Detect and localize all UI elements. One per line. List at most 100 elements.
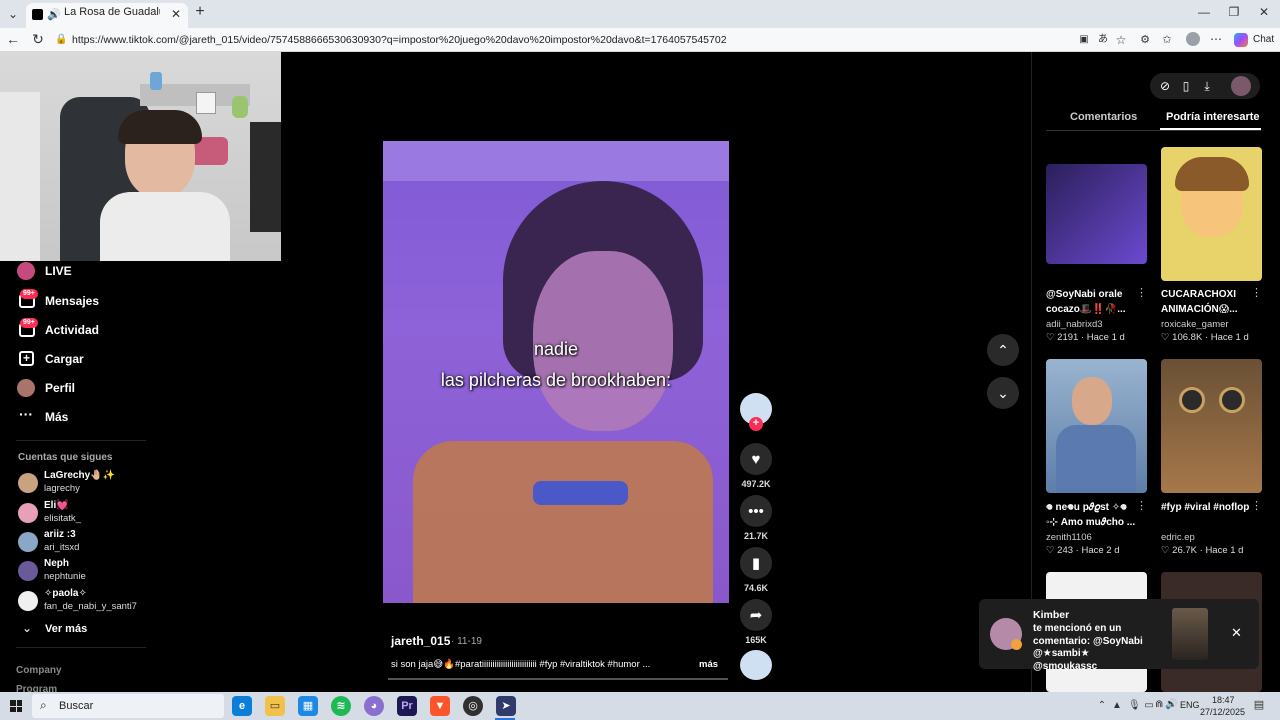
compass-icon[interactable]: ⊘ bbox=[1158, 79, 1172, 93]
favorite-star-icon[interactable]: ☆ bbox=[1114, 33, 1128, 47]
clock-time[interactable]: 18:47 bbox=[1212, 695, 1235, 705]
video-card-title[interactable]: @SoyNabi orale cocazo🎩‼️🥀... bbox=[1046, 287, 1140, 317]
tray-laptop-icon[interactable]: ▭ bbox=[1143, 699, 1155, 713]
sound-disc-icon[interactable] bbox=[740, 650, 772, 680]
video-progress-bar[interactable] bbox=[388, 678, 728, 680]
follow-plus-icon[interactable]: + bbox=[749, 417, 763, 431]
spotify-app-icon[interactable]: ≋ bbox=[331, 696, 351, 716]
taskbar-search-box[interactable]: ⌕ Buscar bbox=[32, 694, 224, 718]
favorites-icon[interactable]: ✩ bbox=[1160, 33, 1174, 47]
copilot-icon[interactable] bbox=[1234, 33, 1248, 47]
tab-list-icon[interactable]: ⌄ bbox=[6, 7, 20, 21]
share-arrow-icon: ➦ bbox=[749, 607, 763, 624]
streamer-hoodie bbox=[100, 192, 230, 261]
comment-button[interactable]: ••• bbox=[740, 495, 772, 527]
premiere-app-icon[interactable]: Pr bbox=[397, 696, 417, 716]
language-indicator[interactable]: ENG bbox=[1180, 700, 1200, 710]
clock-date[interactable]: 27/12/2025 bbox=[1200, 707, 1245, 717]
more-link[interactable]: más bbox=[699, 659, 718, 670]
following-item[interactable]: ariiz :3 ari_itsxd bbox=[16, 529, 166, 555]
video-card-title[interactable]: CUCARACHOXI ANIMACIÓN😱... bbox=[1161, 287, 1255, 317]
card-menu-icon[interactable]: ⋮ bbox=[1251, 499, 1262, 512]
file-explorer-icon[interactable]: ▭ bbox=[265, 696, 285, 716]
see-more-label: Ver más bbox=[45, 623, 88, 635]
video-card-user[interactable]: roxicake_gamer bbox=[1161, 319, 1229, 330]
more-menu-icon[interactable]: ⋯ bbox=[1209, 32, 1223, 46]
program-link[interactable]: Program bbox=[16, 684, 57, 692]
chat-label[interactable]: Chat bbox=[1253, 34, 1274, 45]
url-field[interactable]: https://www.tiktok.com/@jareth_015/video… bbox=[72, 34, 727, 46]
back-icon[interactable]: ← bbox=[5, 32, 21, 46]
audio-playing-icon[interactable]: 🔊 bbox=[47, 8, 61, 21]
profile-avatar-icon[interactable] bbox=[1186, 32, 1200, 46]
translate-icon[interactable]: あ bbox=[1096, 33, 1110, 47]
following-handle: lagrechy bbox=[44, 483, 80, 494]
video-card-thumbnail[interactable] bbox=[1046, 164, 1147, 264]
extensions-icon[interactable]: ⚙ bbox=[1138, 33, 1152, 47]
device-icon[interactable]: ▯ bbox=[1179, 79, 1193, 93]
video-card-user[interactable]: edric.ep bbox=[1161, 532, 1195, 543]
video-card-title[interactable]: #fyp #viral #noflop bbox=[1161, 500, 1255, 515]
network-icon[interactable]: ⋒ bbox=[1155, 699, 1163, 710]
cartoon-hair bbox=[1175, 157, 1249, 191]
company-link[interactable]: Company bbox=[16, 665, 62, 676]
mic-icon[interactable]: 🎙 bbox=[1128, 699, 1141, 713]
tray-chevron-up-icon[interactable]: ⌃ bbox=[1097, 699, 1107, 713]
video-card-thumbnail[interactable] bbox=[1046, 359, 1147, 493]
minimize-icon[interactable]: — bbox=[1194, 5, 1214, 19]
see-more-button[interactable]: ⌄ Ver más bbox=[22, 621, 142, 638]
following-item[interactable]: Neph nephtunie bbox=[16, 558, 166, 584]
following-item[interactable]: LaGrechy🤚🏼✨ lagrechy bbox=[16, 470, 166, 496]
video-card-thumbnail[interactable] bbox=[1161, 147, 1262, 281]
brave-app-icon[interactable]: ▼ bbox=[430, 696, 450, 716]
discord-app-icon[interactable]: ◕ bbox=[364, 696, 384, 716]
card-menu-icon[interactable]: ⋮ bbox=[1136, 286, 1147, 299]
window-close-icon[interactable]: ✕ bbox=[1254, 5, 1274, 19]
person-face bbox=[1072, 377, 1112, 425]
following-handle: nephtunie bbox=[44, 571, 86, 582]
user-avatar[interactable] bbox=[1231, 76, 1251, 96]
video-card-likes-row: ♡ 2191 · Hace 1 d bbox=[1046, 332, 1125, 343]
next-video-button[interactable]: ⌄ bbox=[987, 377, 1019, 409]
obs-app-icon[interactable]: ◎ bbox=[463, 696, 483, 716]
notification-center-icon[interactable]: ▤ bbox=[1252, 698, 1266, 712]
nav-profile-label: Perfil bbox=[45, 381, 76, 395]
site-info-icon[interactable]: 🔒 bbox=[55, 33, 67, 47]
video-player[interactable]: nadie las pilcheras de brookhaben: bbox=[383, 141, 729, 603]
maximize-icon[interactable]: ❐ bbox=[1224, 5, 1244, 19]
save-button[interactable]: ▮ bbox=[740, 547, 772, 579]
video-card-likes: 243 bbox=[1057, 545, 1074, 556]
windows-start-icon[interactable] bbox=[10, 700, 22, 712]
app-available-icon[interactable]: ▣ bbox=[1077, 33, 1091, 47]
video-author[interactable]: jareth_015 bbox=[391, 634, 450, 648]
card-menu-icon[interactable]: ⋮ bbox=[1251, 286, 1262, 299]
card-menu-icon[interactable]: ⋮ bbox=[1136, 499, 1147, 512]
video-phone bbox=[533, 481, 628, 505]
capture-app-icon[interactable]: ➤ bbox=[496, 696, 516, 716]
like-button[interactable]: ♥ bbox=[740, 443, 772, 475]
new-tab-icon[interactable]: + bbox=[193, 4, 207, 20]
notification-close-icon[interactable]: ✕ bbox=[1231, 625, 1242, 641]
following-item[interactable]: Eli💓 elisitatk_ bbox=[16, 500, 166, 526]
search-icon: ⌕ bbox=[40, 698, 47, 712]
tab-comments[interactable]: Comentarios bbox=[1070, 111, 1137, 123]
tab-close-icon[interactable]: ✕ bbox=[170, 7, 182, 21]
following-item[interactable]: ✧paola✧ fan_de_nabi_y_santi7 bbox=[16, 588, 166, 614]
volume-icon[interactable]: 🔊 bbox=[1165, 699, 1177, 710]
video-caption-line1: nadie bbox=[533, 339, 579, 359]
video-card-title[interactable]: 𖦹 ne𖦹u p𝜗𝜚st ✧𖦹 ◦⊹ Amo mu𝜗cho ... bbox=[1046, 500, 1140, 530]
comment-count: 21.7K bbox=[743, 531, 769, 541]
video-card-user[interactable]: adii_nabrixd3 bbox=[1046, 319, 1103, 330]
share-button[interactable]: ➦ bbox=[740, 599, 772, 631]
prev-video-button[interactable]: ⌃ bbox=[987, 334, 1019, 366]
notification-toast[interactable]: Kimber te mencionó en un comentario: @So… bbox=[979, 599, 1259, 672]
store-app-icon[interactable]: ▦ bbox=[298, 696, 318, 716]
edge-app-icon[interactable]: e bbox=[232, 696, 252, 716]
following-name: Eli💓 bbox=[44, 500, 69, 511]
video-card-user[interactable]: zenith1106 bbox=[1046, 532, 1092, 543]
download-icon[interactable]: ⤓ bbox=[1200, 79, 1214, 93]
tray-app-icon[interactable]: ▲ bbox=[1112, 699, 1122, 713]
tab-recommended[interactable]: Podría interesarte bbox=[1166, 111, 1260, 123]
video-card-thumbnail[interactable] bbox=[1161, 359, 1262, 493]
reload-icon[interactable]: ↻ bbox=[30, 32, 46, 46]
